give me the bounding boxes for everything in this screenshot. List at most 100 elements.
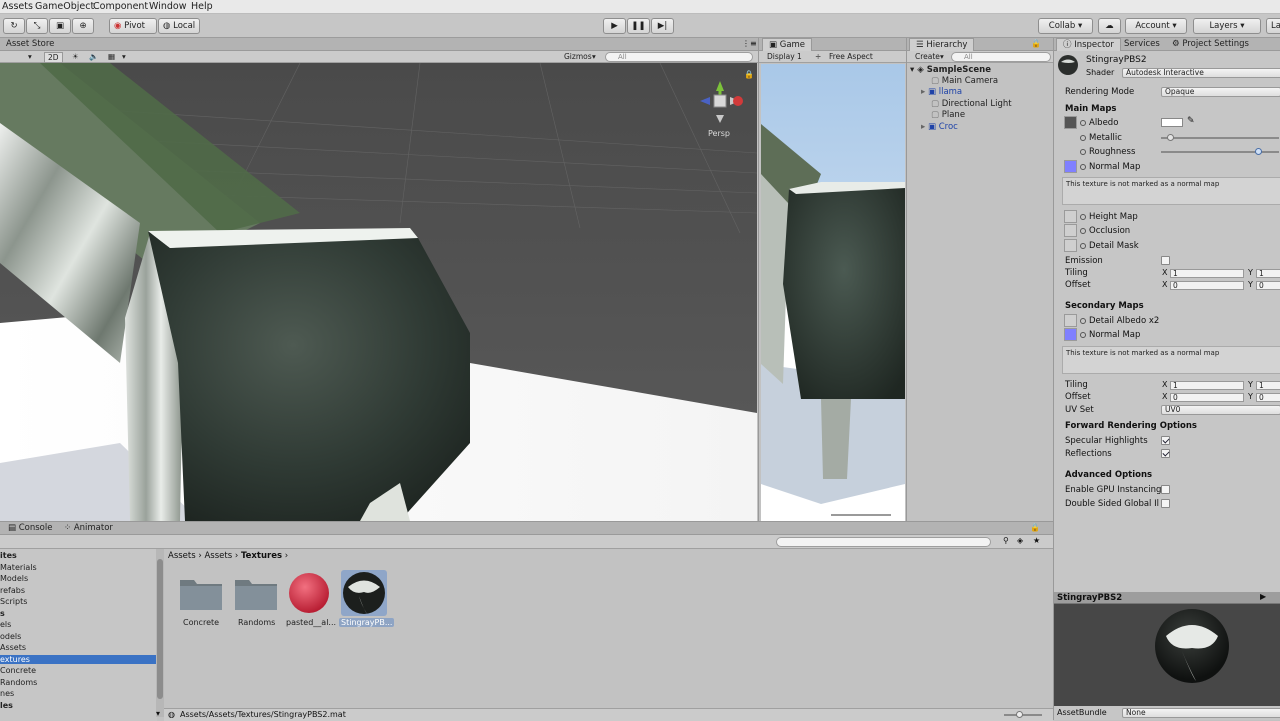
mode-2d-toggle[interactable]: 2D bbox=[44, 52, 63, 63]
layers-dropdown[interactable]: Layers ▾ bbox=[1193, 18, 1261, 34]
aspect-dropdown[interactable]: Free Aspect bbox=[829, 52, 873, 61]
scroll-down-arrow[interactable]: ▾ bbox=[156, 709, 160, 718]
layout-dropdown[interactable]: La bbox=[1266, 18, 1280, 34]
panel-menu-icon[interactable]: ⋮≡ bbox=[742, 39, 757, 48]
tab-console[interactable]: ▤ Console bbox=[2, 522, 58, 535]
object-picker-icon[interactable] bbox=[1080, 134, 1086, 141]
scale-tool-button[interactable]: ⤡ bbox=[26, 18, 48, 34]
tab-animator[interactable]: ⁘ Animator bbox=[58, 522, 119, 535]
filter-type-icon[interactable]: ⚲ bbox=[1003, 536, 1009, 545]
gizmos-dropdown[interactable]: Gizmos bbox=[564, 52, 592, 61]
albedo-label[interactable]: Albedo bbox=[1080, 118, 1118, 128]
create-arrow[interactable]: ▾ bbox=[940, 52, 944, 61]
play-button[interactable]: ▶ bbox=[603, 18, 626, 34]
albedo-color-swatch[interactable] bbox=[1161, 118, 1183, 127]
metallic-slider-thumb[interactable] bbox=[1167, 134, 1175, 141]
metallic-label[interactable]: Metallic bbox=[1080, 133, 1122, 143]
audio-icon[interactable]: 🔈 bbox=[89, 52, 98, 61]
metallic-slider[interactable] bbox=[1161, 137, 1279, 139]
folder-tree-item[interactable]: nes bbox=[0, 689, 157, 698]
specular-highlights-checkbox[interactable] bbox=[1161, 436, 1170, 445]
pivot-toggle[interactable]: ◉ Pivot bbox=[109, 18, 157, 34]
lock-icon[interactable]: 🔒 bbox=[744, 70, 754, 79]
display-arrow[interactable]: ÷ bbox=[815, 52, 821, 61]
folder-tree-item[interactable]: les bbox=[0, 701, 157, 710]
rendering-mode-dropdown[interactable]: Opaque bbox=[1161, 87, 1280, 97]
display-dropdown[interactable]: Display 1 bbox=[767, 52, 802, 61]
asset-item-folder[interactable] bbox=[235, 572, 277, 614]
folder-tree-item[interactable]: Concrete bbox=[0, 666, 157, 675]
icon-size-slider[interactable] bbox=[1004, 714, 1042, 716]
tab-game[interactable]: ▣ Game bbox=[762, 38, 813, 51]
folder-tree-item[interactable]: refabs bbox=[0, 586, 157, 595]
detail-mask-texture-slot[interactable] bbox=[1064, 239, 1077, 252]
breadcrumb-item[interactable]: Assets bbox=[168, 551, 196, 561]
scene-search-input[interactable]: All bbox=[605, 52, 753, 62]
scene-viewport[interactable]: Persp 🔒 bbox=[0, 63, 757, 521]
scene-root[interactable]: ▾ ◈ SampleScene bbox=[910, 65, 991, 75]
breadcrumb-item[interactable]: Textures bbox=[241, 551, 282, 561]
preview-sphere[interactable] bbox=[1152, 606, 1232, 686]
folder-tree-item[interactable]: extures bbox=[0, 654, 157, 664]
asset-item-label[interactable]: pasted__al... bbox=[286, 618, 336, 627]
occlusion-texture-slot[interactable] bbox=[1064, 224, 1077, 237]
folder-tree-item[interactable]: Randoms bbox=[0, 678, 157, 687]
folder-tree-item[interactable]: Scripts bbox=[0, 597, 157, 606]
object-picker-icon[interactable] bbox=[1080, 148, 1086, 155]
secondary-normal-map-label[interactable]: Normal Map bbox=[1080, 330, 1140, 340]
hierarchy-item-directional-light[interactable]: ▢ Directional Light bbox=[931, 99, 1012, 109]
secondary-normal-map-texture-slot[interactable] bbox=[1064, 328, 1077, 341]
game-viewport[interactable] bbox=[761, 64, 905, 521]
object-picker-icon[interactable] bbox=[1080, 331, 1086, 338]
hierarchy-search-input[interactable]: All bbox=[951, 52, 1051, 62]
hierarchy-item-main-camera[interactable]: ▢ Main Camera bbox=[931, 76, 998, 86]
folder-tree-item[interactable]: Materials bbox=[0, 563, 157, 572]
folder-tree-item[interactable]: ites bbox=[0, 551, 157, 560]
asset-item-label[interactable]: Concrete bbox=[183, 618, 219, 627]
double-sided-gi-checkbox[interactable] bbox=[1161, 499, 1170, 508]
offset2-y-field[interactable]: 0 bbox=[1256, 393, 1280, 402]
eyedropper-icon[interactable]: ✎ bbox=[1187, 116, 1195, 126]
asset-bundle-dropdown[interactable]: None bbox=[1122, 708, 1280, 718]
project-lock-icon[interactable]: 🔒 bbox=[1030, 523, 1040, 532]
offset-y-field[interactable]: 0 bbox=[1256, 281, 1280, 290]
collab-dropdown[interactable]: Collab ▾ bbox=[1038, 18, 1093, 34]
local-toggle[interactable]: ◍ Local bbox=[158, 18, 200, 34]
game-scrollbar[interactable] bbox=[831, 514, 891, 516]
icon-size-slider-thumb[interactable] bbox=[1016, 711, 1023, 718]
transform-tool-button[interactable]: ⊕ bbox=[72, 18, 94, 34]
asset-item-label-selected[interactable]: StingrayPB... bbox=[339, 618, 395, 627]
asset-item-material-selected[interactable] bbox=[341, 570, 387, 616]
breadcrumb-item[interactable]: Assets bbox=[204, 551, 232, 561]
roughness-slider-thumb[interactable] bbox=[1254, 148, 1262, 155]
hierarchy-lock-icon[interactable]: 🔒 bbox=[1031, 39, 1041, 48]
tiling-y-field[interactable]: 1 bbox=[1256, 269, 1280, 278]
hierarchy-item-llama[interactable]: ▸ ▣ llama bbox=[921, 87, 962, 97]
offset-x-field[interactable]: 0 bbox=[1170, 281, 1244, 290]
object-picker-icon[interactable] bbox=[1080, 163, 1086, 170]
tiling-x-field[interactable]: 1 bbox=[1170, 269, 1244, 278]
account-dropdown[interactable]: Account ▾ bbox=[1125, 18, 1187, 34]
normal-map-label[interactable]: Normal Map bbox=[1080, 162, 1140, 172]
tree-scrollbar[interactable] bbox=[156, 549, 164, 717]
detail-albedo-texture-slot[interactable] bbox=[1064, 314, 1077, 327]
effects-dropdown-arrow[interactable]: ▾ bbox=[122, 52, 126, 61]
hierarchy-item-plane[interactable]: ▢ Plane bbox=[931, 110, 965, 120]
rotate-tool-button[interactable]: ↻ bbox=[3, 18, 25, 34]
detail-albedo-label[interactable]: Detail Albedo x2 bbox=[1080, 316, 1159, 326]
albedo-texture-slot[interactable] bbox=[1064, 116, 1077, 129]
menu-component[interactable]: Component bbox=[93, 1, 148, 12]
normal-map-texture-slot[interactable] bbox=[1064, 160, 1077, 173]
folder-tree-item[interactable]: Assets bbox=[0, 643, 157, 652]
offset2-x-field[interactable]: 0 bbox=[1170, 393, 1244, 402]
persp-label[interactable]: Persp bbox=[708, 129, 730, 138]
project-search-input[interactable] bbox=[776, 537, 991, 547]
preview-play-icon[interactable]: ▶ bbox=[1260, 592, 1266, 601]
asset-item-material[interactable] bbox=[288, 572, 330, 614]
object-picker-icon[interactable] bbox=[1080, 242, 1086, 249]
gpu-instancing-checkbox[interactable] bbox=[1161, 485, 1170, 494]
step-button[interactable]: ▶| bbox=[651, 18, 674, 34]
tab-hierarchy[interactable]: ☰ Hierarchy bbox=[909, 38, 975, 51]
emission-checkbox[interactable] bbox=[1161, 256, 1170, 265]
object-picker-icon[interactable] bbox=[1080, 317, 1086, 324]
